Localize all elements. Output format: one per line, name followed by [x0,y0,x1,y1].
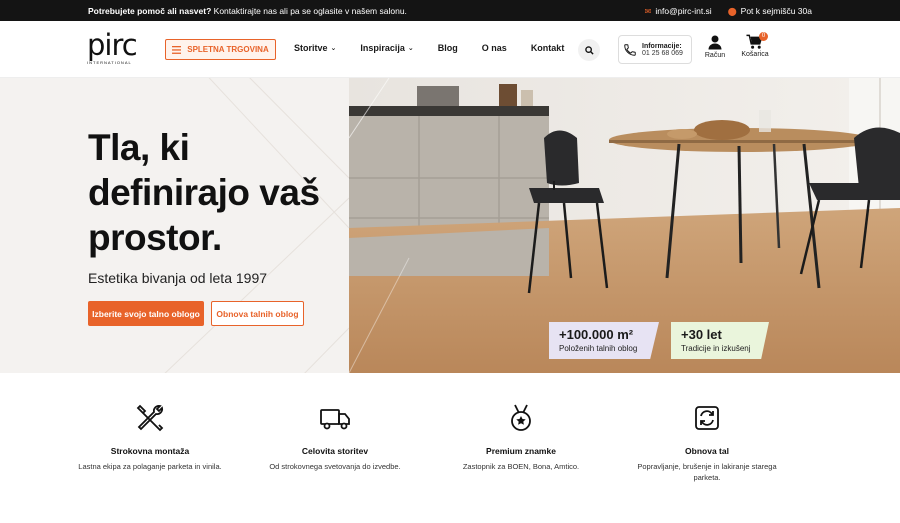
location-pin-icon: ⬤ [727,6,737,16]
cart-label: Košarica [741,51,769,58]
main-nav: Storitve ⌄ Inspiracija ⌄ Blog O nas Kontak… [294,43,588,53]
stat-label: Tradicije in izkušenj [681,344,751,353]
top-bar: Potrebujete pomoč ali nasvet? Kontaktira… [0,0,900,21]
choose-flooring-button[interactable]: Izberite svojo talno oblogo [88,301,204,326]
stat-label: Položenih talnih oblog [559,344,638,353]
search-button[interactable] [578,39,600,61]
nav-item-blog[interactable]: Blog [438,43,458,53]
feature-item: Premium znamke Zastopnik za BOEN, Bona, … [446,403,596,472]
feature-title: Obnova tal [685,446,729,456]
feature-description: Zastopnik za BOEN, Bona, Amtico. [462,462,580,471]
feature-item: Obnova tal Popravljanje, brušenje in lak… [632,403,782,483]
hero-headline: Tla, ki definirajo vaš prostor. [88,127,320,258]
menu-icon [172,45,182,54]
refresh-icon [695,406,719,430]
help-bold: Potrebujete pomoč ali nasvet? [88,5,212,16]
hero-tagline: Estetika bivanja od leta 1997 [88,270,268,286]
search-icon [584,45,594,55]
feature-item: Strokovna montaža Lastna ekipa za polaga… [75,403,225,472]
help-message: Potrebujete pomoč ali nasvet? Kontaktira… [88,6,407,16]
nav-item-inspiracija[interactable]: Inspiracija ⌄ [360,43,413,53]
stat-installed: +100.000 m² Položenih talnih oblog [549,322,659,359]
help-text: Kontaktirajte nas ali pa se oglasite v n… [213,5,407,16]
feature-description: Popravljanje, brušenje in lakiranje star… [637,462,777,482]
chevron-down-icon: ⌄ [330,45,337,52]
online-shop-button[interactable]: SPLETNA TRGOVINA [165,39,276,60]
nav-item-o-nas[interactable]: O nas [482,43,507,53]
medal-icon [511,404,531,431]
hero-section: Tla, ki definirajo vaš prostor. Estetika… [0,78,900,373]
nav-item-storitve[interactable]: Storitve ⌄ [294,43,336,53]
feature-item: Celovita storitev Od strokovnega svetova… [260,403,410,472]
stat-value: +30 let [681,327,722,342]
info-phone: 01 25 68 069 [642,49,683,57]
stat-years: +30 let Tradicije in izkušenj [671,322,769,359]
feature-description: Lastna ekipa za polaganje parketa in vin… [78,462,222,471]
feature-title: Strokovna montaža [110,446,190,456]
feature-title: Premium znamke [486,446,556,456]
chevron-down-icon: ⌄ [407,45,414,52]
tools-icon [136,404,164,432]
hero-image: +100.000 m² Položenih talnih oblog +30 l… [349,78,900,373]
cart-button[interactable]: 0 Košarica [740,32,770,58]
logo[interactable]: pirc INTERNATIONAL [87,31,138,69]
feature-title: Celovita storitev [301,446,369,456]
email-link[interactable]: ✉ info@pirc-int.si [645,6,712,16]
account-label: Račun [704,52,726,59]
mail-icon: ✉ [644,6,652,16]
user-icon [708,35,722,50]
cart-count-badge: 0 [759,32,768,41]
account-button[interactable]: Račun [704,34,726,59]
hero-text-panel: Tla, ki definirajo vaš prostor. Estetika… [0,78,349,373]
features-section: Strokovna montaža Lastna ekipa za polaga… [0,373,900,523]
phone-icon [624,43,636,56]
info-title: Informacije: [642,42,682,50]
site-header: pirc INTERNATIONAL SPLETNA TRGOVINA Stor… [0,21,900,78]
floor-renovation-button[interactable]: Obnova talnih oblog [211,301,304,326]
address-link[interactable]: ⬤ Pot k sejmišču 30a [728,6,812,16]
nav-item-kontakt[interactable]: Kontakt [531,43,565,53]
stat-value: +100.000 m² [559,327,634,342]
phone-info[interactable]: Informacije: 01 25 68 069 [618,35,692,64]
truck-icon [320,409,350,430]
feature-description: Od strokovnega svetovanja do izvedbe. [269,462,401,471]
